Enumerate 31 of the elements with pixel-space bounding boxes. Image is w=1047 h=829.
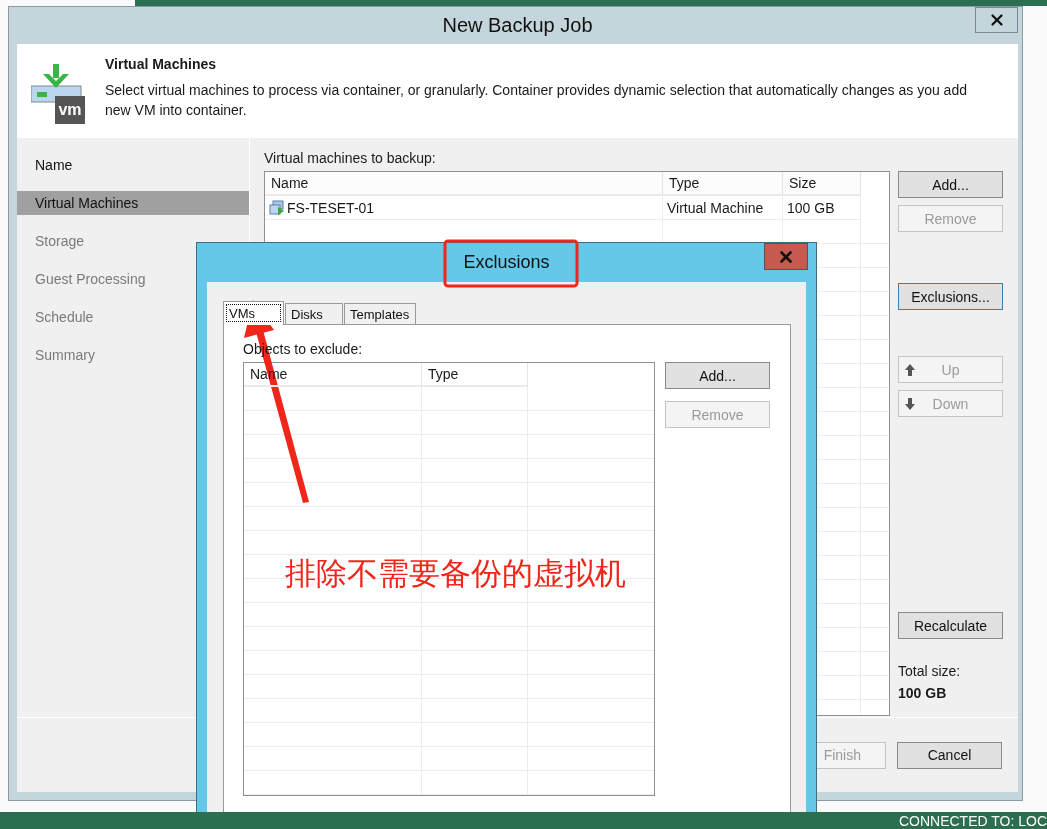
dialog-title: Exclusions [463, 252, 550, 273]
column-header[interactable]: Type [422, 363, 528, 387]
button[interactable]: Recalculate [898, 612, 1003, 639]
down-arrow-icon [905, 398, 915, 410]
status-text: CONNECTED TO: LOC [898, 813, 1047, 828]
section-title: Virtual Machines [105, 56, 217, 72]
table-cell: FS-TESET-01 [265, 196, 663, 220]
button[interactable]: Cancel [897, 741, 1002, 769]
total-size-value: 100 GB [898, 685, 948, 701]
up-arrow-icon [905, 364, 915, 376]
window-title: New Backup Job [442, 14, 593, 37]
annotation-text: 排除不需要备份的虚拟机 [285, 554, 626, 593]
tab[interactable]: VMs [223, 301, 284, 325]
close-button[interactable] [975, 7, 1018, 33]
tab[interactable]: Disks [285, 303, 343, 325]
button[interactable]: Add... [665, 362, 770, 389]
nav-item[interactable]: Virtual Machines [17, 191, 249, 215]
table-cell: 100 GB [783, 196, 861, 220]
button[interactable]: Exclusions... [898, 283, 1003, 310]
column-header[interactable]: Size [783, 172, 861, 196]
tab[interactable]: Templates [344, 303, 416, 325]
column-header[interactable]: Name [265, 172, 663, 196]
vm-icon [269, 199, 285, 216]
nav-item[interactable]: Name [17, 153, 249, 177]
section-description: Select virtual machines to process via container, or granularly. Container provides dynamic selection that automatically changes as you add new VM into container. [105, 81, 968, 120]
table-cell: Virtual Machine [663, 196, 783, 220]
close-button[interactable] [764, 243, 808, 270]
button[interactable]: Add... [898, 171, 1003, 198]
column-header[interactable]: Type [663, 172, 783, 196]
list-label: Virtual machines to backup: [264, 150, 437, 166]
total-size-label: Total size: [898, 663, 962, 679]
